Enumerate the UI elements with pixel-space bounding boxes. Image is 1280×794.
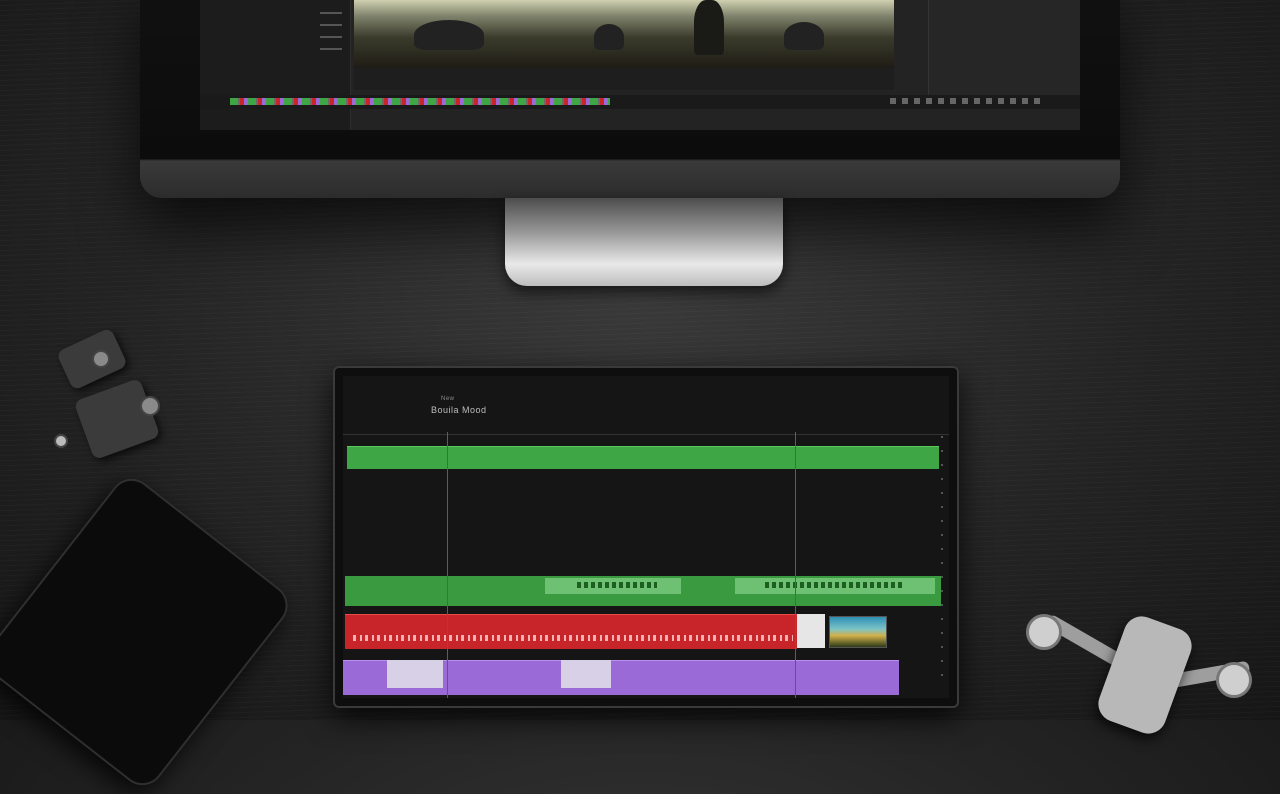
video-track-top[interactable] <box>347 446 939 469</box>
tree-silhouette <box>784 22 824 50</box>
monitor-stand <box>505 198 783 286</box>
timeline-screen: New Bouila Mood <box>343 376 949 698</box>
project-title-main: Bouila Mood <box>431 405 487 415</box>
viewer-controls[interactable] <box>354 68 894 90</box>
tablet-device: New Bouila Mood <box>333 366 959 708</box>
timeline-ruler[interactable] <box>343 420 949 435</box>
video-track-mid[interactable] <box>345 576 941 606</box>
purple-track-segment[interactable] <box>387 660 443 688</box>
playhead-marker[interactable] <box>447 432 448 698</box>
white-clip[interactable] <box>797 614 825 648</box>
tree-silhouette <box>414 20 484 50</box>
project-title: New Bouila Mood <box>431 394 487 416</box>
camera-gimbal <box>52 327 172 461</box>
monitor-timeline-strip[interactable] <box>200 95 1080 109</box>
video-viewer <box>354 0 894 68</box>
monitor-screen <box>200 0 1080 130</box>
purple-track-segment[interactable] <box>561 660 611 688</box>
desktop-monitor <box>140 0 1120 198</box>
drone <box>1010 600 1280 739</box>
audio-track-red[interactable] <box>345 614 797 649</box>
tree-silhouette <box>594 24 624 50</box>
playhead-marker[interactable] <box>795 432 796 698</box>
clip-thumbnail[interactable] <box>829 616 887 648</box>
person-silhouette <box>694 0 724 55</box>
project-title-small: New <box>441 396 455 402</box>
editor-sidebar <box>200 0 351 130</box>
timeline-scrollbar[interactable] <box>941 436 943 686</box>
inspector-panel <box>928 0 1080 95</box>
